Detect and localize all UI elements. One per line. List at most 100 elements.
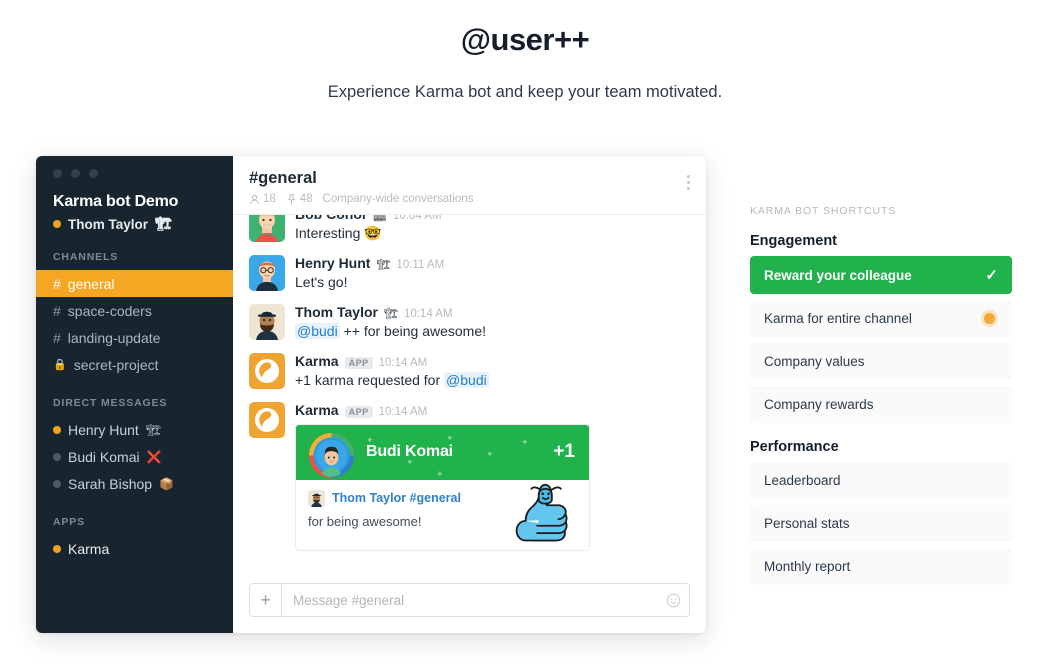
add-attachment-button[interactable]: + bbox=[250, 584, 282, 616]
message-text-pre: +1 karma requested for bbox=[295, 371, 441, 388]
shortcuts-eyebrow: KARMA BOT SHORTCUTS bbox=[750, 205, 897, 217]
message-author[interactable]: Thom Taylor bbox=[295, 304, 378, 320]
karma-shortcuts-panel: KARMA BOT SHORTCUTS Engagement Reward yo… bbox=[750, 205, 1012, 591]
sidebar-item-budi-komai[interactable]: Budi Komai ❌ bbox=[36, 443, 233, 470]
shortcut-label: Company rewards bbox=[764, 397, 874, 412]
page-root: @user++ Experience Karma bot and keep yo… bbox=[0, 0, 1050, 664]
construction-emoji-icon: 🏗 bbox=[145, 422, 162, 437]
avatar[interactable] bbox=[249, 254, 285, 291]
message-header: Karma APP 10:14 AM bbox=[295, 402, 590, 418]
presence-offline-icon bbox=[53, 479, 61, 488]
sidebar-item-label: Henry Hunt bbox=[68, 421, 139, 438]
channel-title[interactable]: #general bbox=[249, 169, 473, 188]
window-minimize-dot[interactable] bbox=[71, 169, 80, 178]
sidebar-item-general[interactable]: # general bbox=[36, 270, 233, 297]
workspace-name[interactable]: Karma bot Demo bbox=[36, 191, 233, 211]
shortcuts-group-title-engagement: Engagement bbox=[750, 233, 838, 249]
shortcut-company-values[interactable]: Company values bbox=[750, 343, 1012, 380]
presence-offline-icon bbox=[53, 452, 61, 461]
sidebar-item-sarah-bishop[interactable]: Sarah Bishop 📦 bbox=[36, 470, 233, 497]
message-author[interactable]: Karma bbox=[295, 353, 339, 369]
shortcut-reward-your-colleague[interactable]: Reward your colleague ✓ bbox=[750, 256, 1012, 294]
message-body: Karma APP 10:14 AM ✦ ✦ ✦ ✦ ✦ ✦ Budi Koma… bbox=[295, 402, 590, 551]
message-header: Bob Conor 🏬 10:04 AM bbox=[295, 215, 442, 222]
shortcut-monthly-report[interactable]: Monthly report bbox=[750, 548, 1012, 585]
message-body: Henry Hunt 🏗 10:11 AM Let's go! bbox=[295, 255, 444, 292]
shortcut-karma-for-entire-channel[interactable]: Karma for entire channel bbox=[750, 300, 1012, 337]
message-text: Interesting 🤓 bbox=[295, 225, 382, 241]
message-text: @budi ++ for being awesome! bbox=[295, 322, 486, 341]
status-dot-icon bbox=[981, 310, 998, 327]
sidebar-item-space-coders[interactable]: # space-coders bbox=[36, 297, 233, 324]
message-author[interactable]: Bob Conor bbox=[295, 215, 367, 222]
sidebar-item-label: Sarah Bishop bbox=[68, 475, 153, 492]
members-count[interactable]: 18 bbox=[249, 193, 276, 205]
window-controls[interactable] bbox=[36, 169, 233, 191]
pin-icon bbox=[287, 193, 295, 205]
mention-link[interactable]: @budi bbox=[295, 322, 340, 339]
avatar-karma-app bbox=[249, 352, 285, 389]
chat-header-left: #general 18 48 Company-wide conversation… bbox=[249, 169, 473, 205]
window-close-dot[interactable] bbox=[53, 169, 62, 178]
avatar[interactable] bbox=[249, 401, 285, 438]
shortcut-company-rewards[interactable]: Company rewards bbox=[750, 386, 1012, 423]
avatar[interactable] bbox=[249, 352, 285, 389]
pins-count[interactable]: 48 bbox=[286, 193, 313, 205]
message-body: Bob Conor 🏬 10:04 AM Interesting 🤓 bbox=[295, 215, 442, 243]
message-time: 10:14 AM bbox=[378, 356, 428, 369]
sidebar-section-apps: APPS bbox=[53, 516, 85, 528]
construction-emoji-icon: 🏗 bbox=[155, 216, 173, 231]
chat-window: Karma bot Demo Thom Taylor 🏗 CHANNELS # … bbox=[36, 156, 706, 633]
avatar-thom-taylor-small bbox=[308, 489, 325, 507]
sidebar: Karma bot Demo Thom Taylor 🏗 CHANNELS # … bbox=[36, 156, 233, 633]
shortcut-label: Leaderboard bbox=[764, 473, 841, 488]
message-author[interactable]: Henry Hunt bbox=[295, 255, 370, 271]
workspace-user[interactable]: Thom Taylor 🏗 bbox=[36, 211, 233, 232]
sidebar-item-secret-project[interactable]: 🔒 secret-project bbox=[36, 351, 233, 378]
more-options-icon[interactable] bbox=[687, 169, 690, 190]
message-input[interactable] bbox=[282, 584, 657, 616]
mention-link[interactable]: @budi bbox=[444, 371, 489, 388]
sidebar-item-label: secret-project bbox=[73, 356, 159, 373]
window-maximize-dot[interactable] bbox=[89, 169, 98, 178]
message-body: Karma APP 10:14 AM +1 karma requested fo… bbox=[295, 353, 489, 390]
message-item: Karma APP 10:14 AM +1 karma requested fo… bbox=[249, 352, 690, 390]
avatar[interactable] bbox=[249, 215, 285, 242]
pins-count-value: 48 bbox=[299, 193, 313, 205]
presence-online-icon bbox=[53, 425, 61, 434]
smiley-icon bbox=[666, 593, 680, 607]
sidebar-item-landing-update[interactable]: # landing-update bbox=[36, 324, 233, 351]
shortcut-label: Karma for entire channel bbox=[764, 311, 912, 326]
chat-header: #general 18 48 Company-wide conversation… bbox=[233, 156, 706, 215]
message-item: Henry Hunt 🏗 10:11 AM Let's go! bbox=[249, 254, 690, 292]
package-emoji-icon: 📦 bbox=[159, 476, 175, 491]
avatar-henry-hunt bbox=[249, 254, 285, 291]
app-badge: APP bbox=[344, 356, 373, 369]
page-title: @user++ bbox=[460, 22, 590, 57]
members-count-value: 18 bbox=[263, 193, 276, 205]
sidebar-item-karma[interactable]: Karma bbox=[36, 535, 233, 562]
sidebar-item-label: general bbox=[67, 275, 115, 292]
sidebar-item-henry-hunt[interactable]: Henry Hunt 🏗 bbox=[36, 416, 233, 443]
workspace-user-name: Thom Taylor bbox=[68, 216, 149, 232]
chat-column: #general 18 48 Company-wide conversation… bbox=[233, 156, 706, 633]
sidebar-item-label: landing-update bbox=[67, 329, 161, 346]
avatar-karma-app bbox=[249, 401, 285, 438]
message-time: 10:14 AM bbox=[378, 405, 428, 418]
message-body: Thom Taylor 🏗 10:14 AM @budi ++ for bein… bbox=[295, 304, 486, 341]
sidebar-section-channels: CHANNELS bbox=[53, 251, 119, 263]
message-header: Karma APP 10:14 AM bbox=[295, 353, 489, 369]
lock-icon: 🔒 bbox=[53, 359, 67, 371]
shortcut-label: Monthly report bbox=[764, 559, 851, 574]
karma-card-body: Thom Taylor #general for being awesome! bbox=[296, 480, 589, 550]
message-time: 10:11 AM bbox=[396, 258, 445, 271]
karma-sender-name[interactable]: Thom Taylor #general bbox=[332, 491, 461, 505]
message-author[interactable]: Karma bbox=[295, 402, 339, 418]
avatar-thom-taylor bbox=[249, 303, 285, 340]
message-item: Karma APP 10:14 AM ✦ ✦ ✦ ✦ ✦ ✦ Budi Koma… bbox=[249, 401, 690, 551]
shortcut-personal-stats[interactable]: Personal stats bbox=[750, 505, 1012, 542]
avatar[interactable] bbox=[249, 303, 285, 340]
channel-topic[interactable]: Company-wide conversations bbox=[323, 193, 474, 205]
emoji-picker-button[interactable] bbox=[657, 584, 689, 616]
shortcut-leaderboard[interactable]: Leaderboard bbox=[750, 462, 1012, 499]
